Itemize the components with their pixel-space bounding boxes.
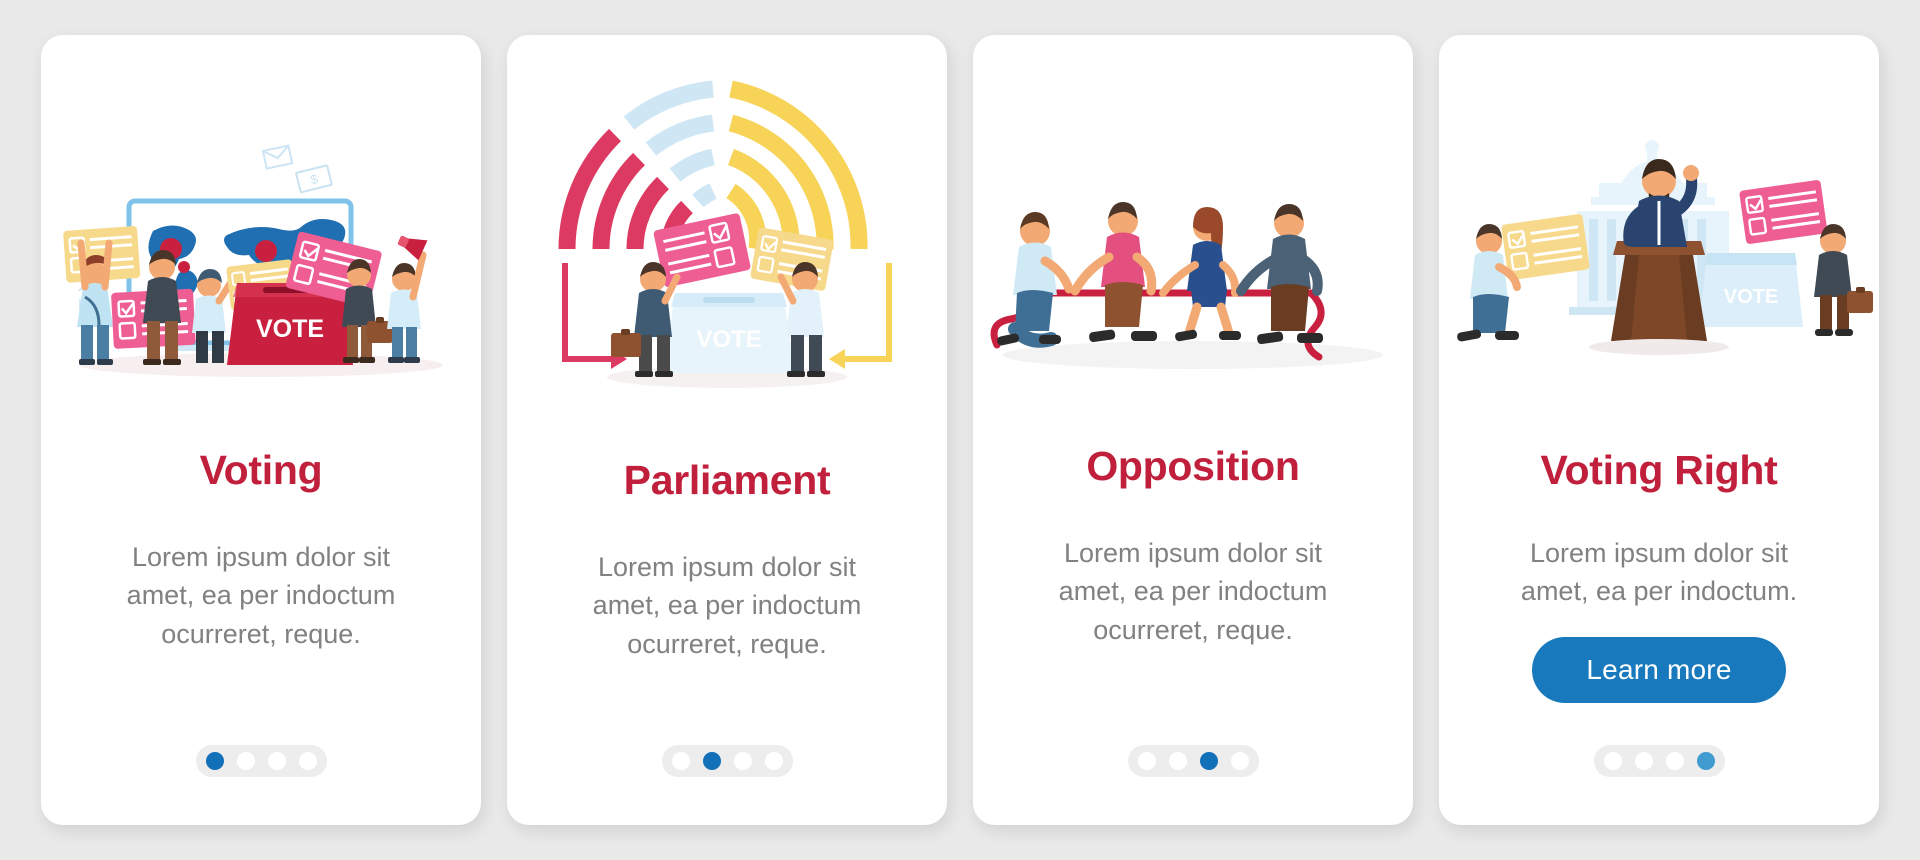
card-title: Opposition: [1086, 443, 1300, 489]
card-title: Parliament: [623, 457, 831, 503]
illustration-world-map-ballot-box: $ VOTE: [41, 35, 481, 435]
card-body-text: Lorem ipsum dolor sit amet, ea per indoc…: [592, 552, 862, 659]
pagination-dot-3[interactable]: [733, 752, 752, 770]
onboarding-card-voting[interactable]: $ VOTE Voting Lorem ipsum dolor sit amet…: [41, 35, 481, 825]
card-body-text: Lorem ipsum dolor sit amet, ea per indoc…: [1058, 538, 1328, 645]
card-title: Voting: [199, 447, 323, 493]
svg-text:VOTE: VOTE: [256, 315, 324, 343]
pagination-dots[interactable]: [1127, 745, 1259, 777]
onboarding-card-parliament[interactable]: VOTE Parliament Lorem ipsum dolor sit am…: [507, 35, 947, 825]
onboarding-screens-container: $ VOTE Voting Lorem ipsum dolor sit amet…: [0, 0, 1920, 860]
pagination-dot-4[interactable]: [298, 752, 317, 770]
pagination-dot-2[interactable]: [702, 752, 721, 770]
onboarding-card-voting-right[interactable]: VOTE Voting Right Lorem ipsum dolor sit …: [1439, 35, 1879, 825]
pagination-dot-1[interactable]: [205, 752, 224, 770]
pagination-dots[interactable]: [661, 745, 793, 777]
pagination-dot-4[interactable]: [764, 752, 783, 770]
card-body-text: Lorem ipsum dolor sit amet, ea per indoc…: [126, 542, 396, 649]
pagination-dot-1[interactable]: [671, 752, 690, 770]
learn-more-button[interactable]: Learn more: [1532, 636, 1786, 703]
onboarding-card-opposition[interactable]: Opposition Lorem ipsum dolor sit amet, e…: [973, 35, 1413, 825]
pagination-dot-4[interactable]: [1696, 752, 1715, 770]
svg-text:$: $: [309, 171, 320, 187]
illustration-tug-of-war: [973, 35, 1413, 435]
pagination-dots[interactable]: [1593, 745, 1725, 777]
card-body-text: Lorem ipsum dolor sit amet, ea per indoc…: [1520, 538, 1798, 607]
card-title: Voting Right: [1540, 447, 1778, 493]
pagination-dot-3[interactable]: [1199, 752, 1218, 770]
illustration-parliament-arc-chart: VOTE: [507, 35, 947, 435]
pagination-dots[interactable]: [195, 745, 327, 777]
pagination-dot-2[interactable]: [236, 752, 255, 770]
pagination-dot-2[interactable]: [1168, 752, 1187, 770]
pagination-dot-1[interactable]: [1603, 752, 1622, 770]
pagination-dot-2[interactable]: [1634, 752, 1653, 770]
pagination-dot-3[interactable]: [1665, 752, 1684, 770]
pagination-dot-1[interactable]: [1137, 752, 1156, 770]
illustration-capitol-podium-speaker: VOTE: [1439, 35, 1879, 435]
pagination-dot-4[interactable]: [1230, 752, 1249, 770]
svg-text:VOTE: VOTE: [1724, 286, 1778, 308]
pagination-dot-3[interactable]: [267, 752, 286, 770]
svg-text:VOTE: VOTE: [696, 326, 761, 353]
